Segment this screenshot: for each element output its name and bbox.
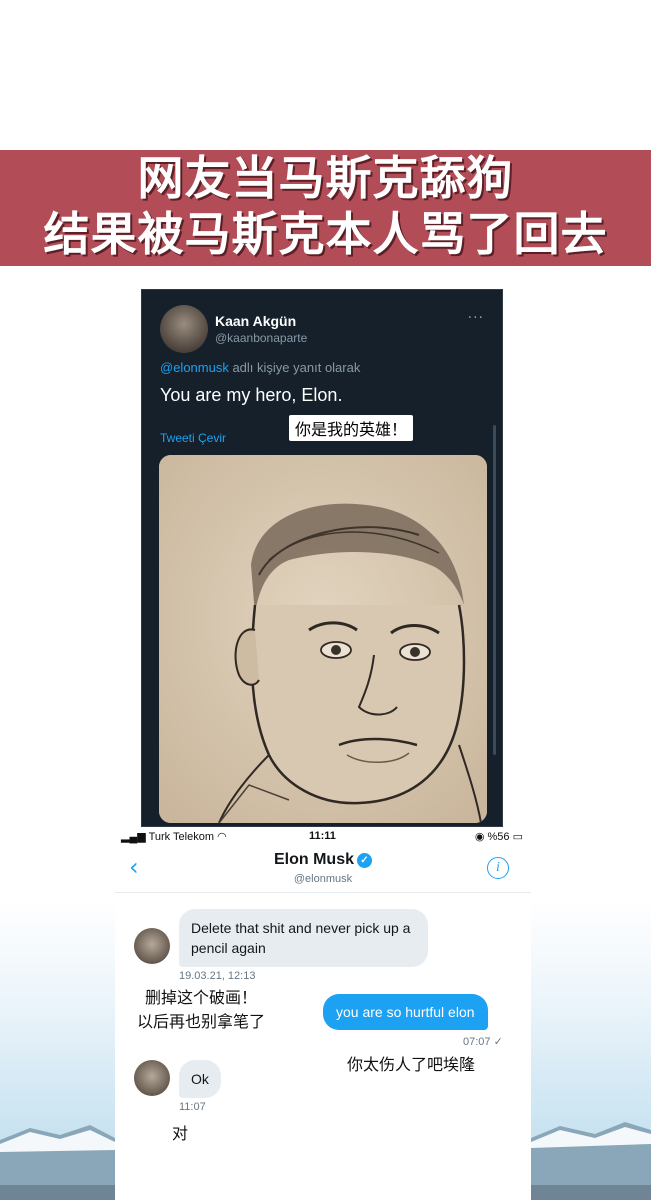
conversation-header: ‹ Elon Musk ✓ @elonmusk i (115, 847, 531, 893)
incoming-message[interactable]: Ok (179, 1060, 221, 1098)
tweet-text: You are my hero, Elon. (160, 385, 343, 405)
signal-icon: ▂▄▆ (121, 831, 146, 843)
battery-icon: ▭ (512, 831, 523, 843)
caption-translation: 对 (172, 1124, 189, 1143)
tweet-image-pencil-portrait[interactable] (159, 455, 487, 823)
incoming-message[interactable]: Delete that shit and never pick up a pen… (179, 909, 428, 967)
clock: 11:11 (309, 830, 336, 842)
contact-avatar[interactable] (134, 1060, 170, 1096)
contact-name-text: Elon Musk (273, 851, 354, 868)
caption-line: 以后再也别拿笔了 (137, 1012, 266, 1031)
carrier-name: Turk Telekom (148, 831, 214, 843)
author-handle: @kaanbonaparte (215, 331, 308, 345)
pencil-sketch-drawing (159, 455, 487, 823)
alarm-icon: ◉ (474, 831, 485, 843)
message-timestamp: 07:07 ✓ (463, 1036, 503, 1048)
scrollbar[interactable] (493, 425, 496, 755)
reply-context: @elonmusk adlı kişiye yanıt olarak (160, 360, 360, 375)
caption-hero: 你是我的英雄！ (289, 415, 414, 441)
dm-screen: ▂▄▆ Turk Telekom ◠ 11:11 ◉ %56 ▭ ‹ Elon … (115, 827, 531, 1200)
reply-context-text: adlı kişiye yanıt olarak (228, 360, 361, 375)
carrier-label: ▂▄▆ Turk Telekom ◠ (121, 830, 227, 843)
banner-title-line1: 网友当马斯克舔狗 (137, 151, 514, 205)
tweet-card: Kaan Akgün @kaanbonaparte ··· @elonmusk … (141, 289, 503, 827)
contact-avatar[interactable] (134, 928, 170, 964)
banner-title-line2: 结果被马斯克本人骂了回去 (43, 207, 608, 261)
contact-name[interactable]: Elon Musk ✓ (115, 851, 531, 869)
translate-tweet-link[interactable]: Tweeti Çevir (160, 431, 226, 445)
caption-translation: 删掉这个破画！ 以后再也别拿笔了 (137, 986, 265, 1034)
outgoing-message[interactable]: you are so hurtful elon (323, 994, 488, 1030)
status-bar: ▂▄▆ Turk Telekom ◠ 11:11 ◉ %56 ▭ (115, 827, 531, 847)
info-icon[interactable]: i (487, 857, 509, 879)
message-timestamp: 19.03.21, 12:13 (179, 970, 256, 982)
battery-indicator: ◉ %56 ▭ (475, 830, 523, 843)
title-banner: 网友当马斯克舔狗 结果被马斯克本人骂了回去 (0, 150, 651, 266)
caption-translation: 你太伤人了吧埃隆 (347, 1055, 476, 1074)
more-options-icon[interactable]: ··· (468, 310, 484, 326)
caption-line: 删掉这个破画！ (145, 988, 258, 1007)
message-timestamp: 11:07 (179, 1101, 206, 1113)
author-name[interactable]: Kaan Akgün (215, 313, 296, 329)
contact-handle: @elonmusk (293, 873, 353, 885)
wifi-icon: ◠ (217, 831, 227, 843)
author-avatar[interactable] (160, 305, 208, 353)
reply-mention-link[interactable]: @elonmusk (160, 360, 229, 375)
battery-percent: %56 (487, 831, 510, 843)
verified-badge-icon: ✓ (357, 853, 372, 868)
